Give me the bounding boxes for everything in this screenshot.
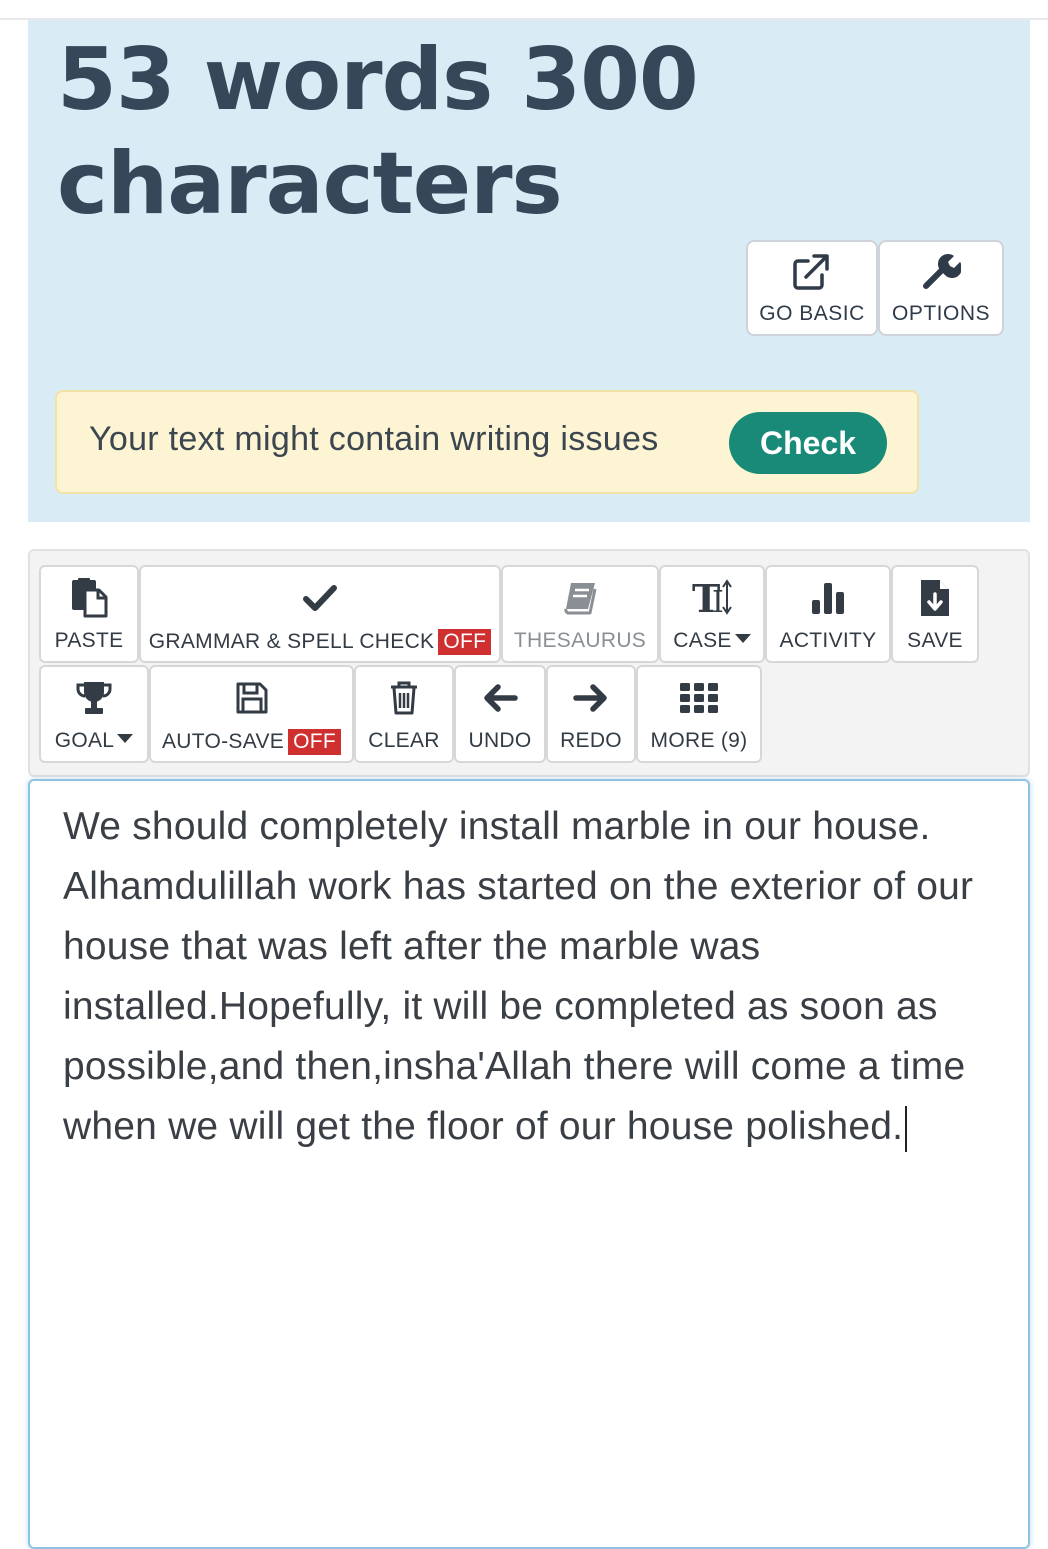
wrench-icon	[921, 252, 961, 292]
clear-button[interactable]: CLEAR	[354, 665, 454, 763]
grid-icon	[638, 677, 760, 719]
options-button[interactable]: OPTIONS	[878, 240, 1004, 336]
save-button[interactable]: SAVE	[891, 565, 979, 663]
activity-label: ACTIVITY	[779, 629, 877, 652]
chevron-down-icon	[734, 633, 751, 643]
grammar-off-badge: OFF	[438, 629, 492, 655]
grammar-label-wrap: GRAMMAR & SPELL CHECK OFF	[141, 629, 499, 655]
editor-text: We should completely install marble in o…	[63, 805, 974, 1148]
floppy-disk-icon	[151, 677, 352, 719]
options-label: OPTIONS	[891, 302, 990, 325]
bar-chart-icon	[767, 577, 889, 619]
trophy-icon	[41, 677, 147, 719]
thesaurus-button[interactable]: THESAURUS	[501, 565, 659, 663]
writing-issues-notice: Your text might contain writing issues C…	[55, 390, 919, 494]
clear-label: CLEAR	[368, 729, 440, 752]
arrow-right-icon	[548, 677, 634, 719]
arrow-left-icon	[456, 677, 544, 719]
grammar-spell-check-button[interactable]: GRAMMAR & SPELL CHECK OFF	[139, 565, 501, 663]
text-cursor	[905, 1105, 908, 1152]
redo-label: REDO	[560, 729, 622, 752]
editor-toolbar: PASTE GRAMMAR & SPELL CHECK OFF THESAURUS…	[28, 549, 1030, 777]
save-label: SAVE	[907, 629, 963, 652]
goal-label-wrap: GOAL	[41, 729, 147, 753]
go-basic-label: GO BASIC	[759, 302, 865, 325]
svg-text:I: I	[712, 585, 724, 618]
word-character-count: 53 words 300 characters	[57, 30, 699, 234]
paste-button[interactable]: PASTE	[39, 565, 139, 663]
undo-button[interactable]: UNDO	[454, 665, 546, 763]
undo-label: UNDO	[468, 729, 532, 752]
paste-icon	[41, 577, 137, 619]
redo-button[interactable]: REDO	[546, 665, 636, 763]
notice-message: Your text might contain writing issues	[89, 420, 659, 458]
header-actions: GO BASIC OPTIONS	[746, 240, 1004, 336]
thesaurus-label: THESAURUS	[513, 629, 647, 652]
auto-save-button[interactable]: AUTO-SAVE OFF	[149, 665, 354, 763]
chevron-down-icon	[117, 733, 134, 743]
external-link-icon	[792, 252, 832, 292]
case-label-wrap: CASE	[661, 629, 763, 653]
auto-save-label: AUTO-SAVE	[161, 730, 285, 753]
activity-button[interactable]: ACTIVITY	[765, 565, 891, 663]
file-download-icon	[893, 577, 977, 619]
auto-save-label-wrap: AUTO-SAVE OFF	[151, 729, 352, 755]
check-button[interactable]: Check	[729, 412, 887, 474]
case-label: CASE	[673, 629, 732, 652]
text-editor[interactable]: We should completely install marble in o…	[28, 779, 1030, 1549]
auto-save-off-badge: OFF	[288, 729, 341, 755]
more-label: MORE (9)	[650, 729, 748, 752]
goal-label: GOAL	[54, 729, 115, 752]
book-icon	[503, 577, 657, 619]
text-case-icon: T I	[661, 577, 763, 619]
go-basic-button[interactable]: GO BASIC	[746, 240, 878, 336]
more-button[interactable]: MORE (9)	[636, 665, 762, 763]
goal-button[interactable]: GOAL	[39, 665, 149, 763]
trash-icon	[356, 677, 452, 719]
checkmark-icon	[141, 577, 499, 619]
editor-content[interactable]: We should completely install marble in o…	[63, 797, 1003, 1157]
grammar-label: GRAMMAR & SPELL CHECK	[148, 630, 435, 653]
case-button[interactable]: T I CASE	[659, 565, 765, 663]
paste-label: PASTE	[54, 629, 124, 652]
